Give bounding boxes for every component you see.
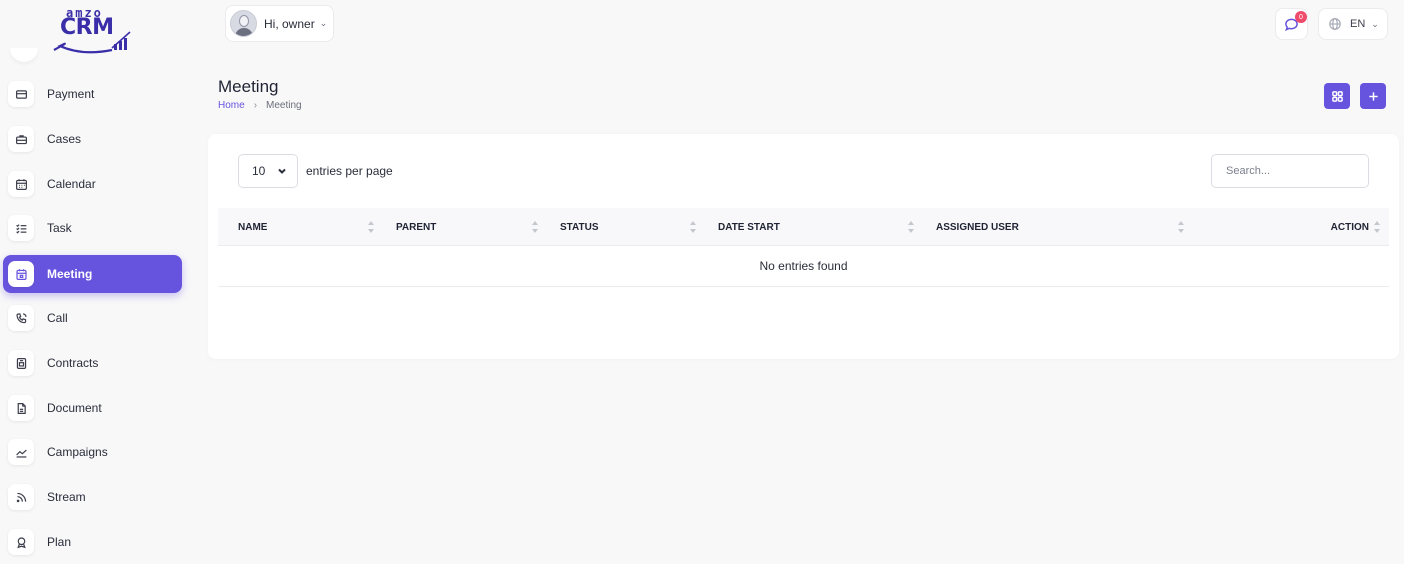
sort-icon[interactable] (368, 219, 374, 235)
sort-icon[interactable] (1374, 219, 1380, 235)
chevron-down-icon: ⌄ (1371, 18, 1379, 29)
column-label: STATUS (560, 221, 599, 233)
column-header-status[interactable]: STATUS (560, 208, 599, 246)
column-header-date-start[interactable]: DATE START (718, 208, 780, 246)
page-title: Meeting (218, 77, 279, 96)
sidebar-item-call[interactable]: Call (3, 299, 182, 337)
sidebar-item-label: Document (47, 401, 102, 415)
checklist-icon (8, 215, 34, 241)
sidebar-item-meeting[interactable]: Meeting (3, 255, 182, 293)
calendar-icon (8, 171, 34, 197)
breadcrumb: Home › Meeting (218, 100, 302, 111)
globe-icon (1329, 18, 1341, 30)
sidebar-item-label: Plan (47, 535, 72, 549)
column-label: ASSIGNED USER (936, 221, 1019, 233)
sidebar-collapsed-item[interactable] (10, 48, 38, 62)
sidebar-item-label: Campaigns (47, 445, 108, 459)
table-header: NAME PARENT STATUS DATE START ASSIGNED U… (218, 208, 1389, 246)
sort-icon[interactable] (1178, 219, 1184, 235)
chevron-right-icon: › (253, 100, 258, 111)
award-icon (8, 529, 34, 555)
chevron-down-icon: ⌄ (319, 18, 328, 28)
sort-icon[interactable] (908, 219, 914, 235)
app-logo[interactable]: amzo CRM (52, 6, 134, 54)
entries-per-page-select[interactable]: 10 (238, 154, 298, 188)
sidebar: amzo CRM Payment Cases Calendar Task Mee… (0, 0, 190, 564)
sidebar-item-campaigns[interactable]: Campaigns (3, 433, 182, 471)
sidebar-item-label: Stream (47, 490, 86, 504)
sidebar-item-calendar[interactable]: Calendar (3, 165, 182, 203)
briefcase-icon (8, 126, 34, 152)
column-label: PARENT (396, 221, 437, 233)
column-header-action[interactable]: ACTION (1331, 208, 1369, 246)
sidebar-item-cases[interactable]: Cases (3, 120, 182, 158)
user-menu-button[interactable]: Hi, owner ⌄ (225, 5, 334, 42)
credit-card-icon (8, 81, 34, 107)
sidebar-item-document[interactable]: Document (3, 389, 182, 427)
meeting-table-card: 10 entries per page NAME PARENT STATUS D… (208, 134, 1399, 359)
column-label: NAME (238, 221, 268, 233)
user-greeting: Hi, owner (264, 16, 315, 31)
table-empty-row: No entries found (218, 246, 1389, 287)
entries-per-page-value: 10 (252, 164, 266, 178)
entries-per-page-label: entries per page (306, 164, 393, 178)
sort-icon[interactable] (690, 219, 696, 235)
chevron-down-icon (278, 168, 287, 174)
sidebar-item-label: Task (47, 221, 72, 235)
sidebar-item-label: Payment (47, 87, 95, 101)
sidebar-item-label: Calendar (47, 177, 96, 191)
plus-icon (1368, 91, 1378, 101)
language-selector[interactable]: EN ⌄ (1318, 8, 1388, 40)
document-icon (8, 395, 34, 421)
sidebar-item-label: Meeting (47, 267, 93, 281)
column-header-parent[interactable]: PARENT (396, 208, 436, 246)
sidebar-item-plan[interactable]: Plan (3, 523, 182, 561)
add-meeting-button[interactable] (1360, 83, 1386, 109)
notification-badge: 0 (1295, 11, 1307, 23)
calendar-event-icon (8, 261, 34, 287)
sort-icon[interactable] (532, 219, 538, 235)
contract-icon (8, 350, 34, 376)
sidebar-item-task[interactable]: Task (3, 209, 182, 247)
notifications-button[interactable]: 0 (1275, 8, 1308, 40)
rss-icon (8, 484, 34, 510)
search-input[interactable] (1211, 154, 1369, 188)
column-label: ACTION (1330, 221, 1369, 233)
column-header-assigned-user[interactable]: ASSIGNED USER (936, 208, 1019, 246)
sidebar-item-label: Call (47, 311, 68, 325)
breadcrumb-current: Meeting (266, 100, 302, 111)
sidebar-item-label: Cases (47, 132, 82, 146)
sidebar-item-payment[interactable]: Payment (3, 75, 182, 113)
grid-view-button[interactable] (1324, 83, 1350, 109)
grid-icon (1331, 90, 1343, 102)
breadcrumb-home-link[interactable]: Home (218, 100, 245, 111)
sidebar-item-contracts[interactable]: Contracts (3, 344, 182, 382)
language-label: EN (1350, 18, 1366, 30)
sidebar-item-label: Contracts (47, 356, 99, 370)
column-label: DATE START (718, 221, 780, 233)
sidebar-item-stream[interactable]: Stream (3, 478, 182, 516)
phone-icon (8, 305, 34, 331)
avatar (230, 10, 257, 37)
trend-icon (8, 439, 34, 465)
column-header-name[interactable]: NAME (238, 208, 267, 246)
logo-main-text: CRM (60, 15, 114, 40)
